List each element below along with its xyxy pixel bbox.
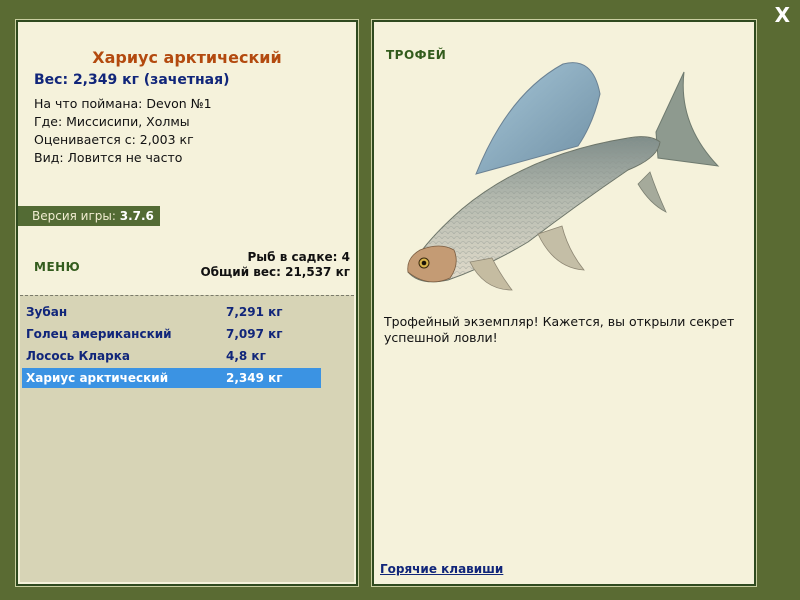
catch-name: Зубан xyxy=(26,305,68,319)
fish-info-panel: Хариус арктический Вес: 2,349 кг (зачетн… xyxy=(15,19,359,587)
fish-bait: На что поймана: Devon №1 xyxy=(34,96,212,111)
fish-rated-from: Оценивается с: 2,003 кг xyxy=(34,132,194,147)
close-button[interactable]: X xyxy=(775,4,790,26)
trophy-panel: ТРОФЕЙ Трофейный экземпляр! Кажется, вы … xyxy=(371,19,757,587)
catch-weight: 2,349 кг xyxy=(226,371,283,385)
list-item[interactable]: Зубан 7,291 кг xyxy=(22,302,321,322)
grayling-fish-image xyxy=(407,62,720,291)
catch-list: Зубан 7,291 кг Голец американский 7,097 … xyxy=(20,295,354,582)
game-version-label: Версия игры: xyxy=(32,209,116,223)
game-version-badge: Версия игры: 3.7.6 xyxy=(18,206,160,226)
fish-details: На что поймана: Devon №1 Где: Миссисипи,… xyxy=(34,95,212,167)
fish-location: Где: Миссисипи, Холмы xyxy=(34,114,190,129)
game-version-value: 3.7.6 xyxy=(119,209,154,223)
fish-rarity: Вид: Ловится не часто xyxy=(34,150,183,165)
catch-name: Голец американский xyxy=(26,327,172,341)
hotkeys-link[interactable]: Горячие клавиши xyxy=(380,562,503,576)
keepnet-count: Рыб в садке: 4 xyxy=(247,250,351,264)
keepnet-total-weight: Общий вес: 21,537 кг xyxy=(200,265,350,279)
catch-weight: 7,291 кг xyxy=(226,305,283,319)
fish-weight: Вес: 2,349 кг (зачетная) xyxy=(34,72,230,88)
trophy-description: Трофейный экземпляр! Кажется, вы открыли… xyxy=(384,314,735,345)
catch-name: Лосось Кларка xyxy=(26,349,130,363)
menu-button[interactable]: МЕНЮ xyxy=(34,260,80,274)
catch-weight: 4,8 кг xyxy=(226,349,266,363)
list-item[interactable]: Голец американский 7,097 кг xyxy=(22,324,321,344)
keepnet-stats: Рыб в садке: 4 Общий вес: 21,537 кг xyxy=(200,250,350,280)
fish-title: Хариус арктический xyxy=(92,48,282,67)
list-item-selected[interactable]: Хариус арктический 2,349 кг xyxy=(22,368,321,388)
list-item[interactable]: Лосось Кларка 4,8 кг xyxy=(22,346,321,366)
catch-name: Хариус арктический xyxy=(26,371,169,385)
catch-weight: 7,097 кг xyxy=(226,327,283,341)
